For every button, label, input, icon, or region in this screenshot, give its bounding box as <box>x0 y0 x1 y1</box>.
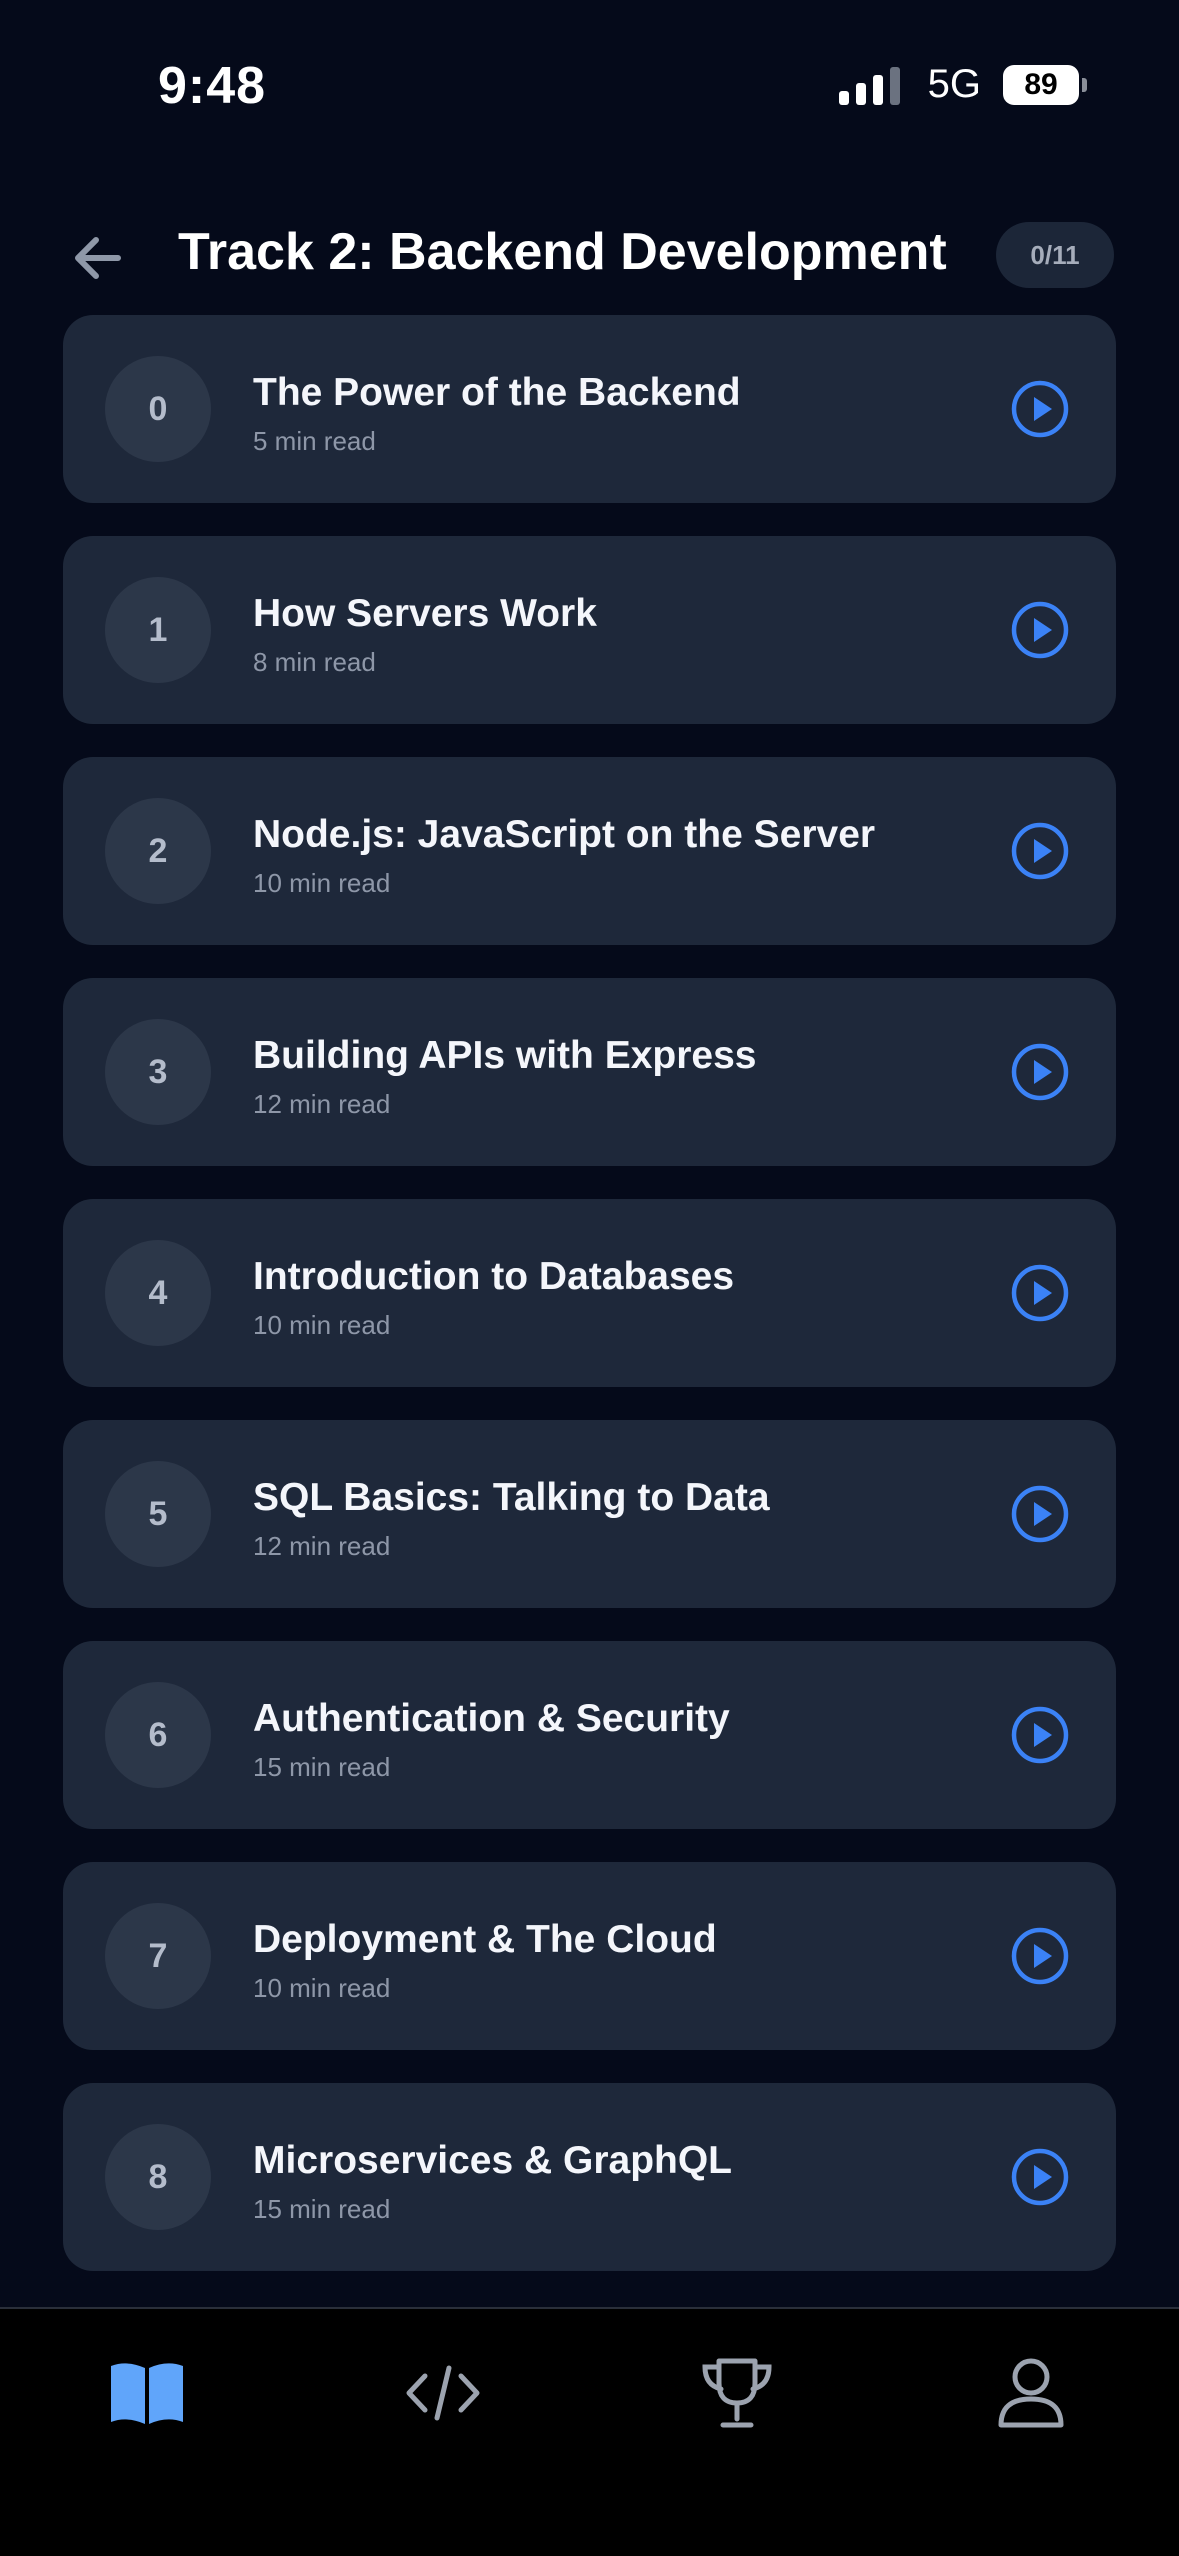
book-icon <box>111 2363 183 2424</box>
lesson-number: 0 <box>105 356 211 462</box>
play-button[interactable] <box>1010 1705 1070 1765</box>
progress-badge: 0/11 <box>996 222 1114 288</box>
battery-icon: 89 <box>1003 64 1087 105</box>
lesson-read-time: 5 min read <box>253 426 376 456</box>
lesson-card-0[interactable]: 0 The Power of the Backend 5 min read <box>63 315 1116 503</box>
lesson-number: 4 <box>105 1240 211 1346</box>
lesson-card-6[interactable]: 6 Authentication & Security 15 min read <box>63 1641 1116 1829</box>
lesson-title: Introduction to Databases <box>253 1255 735 1298</box>
lesson-read-time: 15 min read <box>253 1752 391 1782</box>
lesson-read-time: 15 min read <box>253 2194 391 2224</box>
back-button[interactable] <box>68 228 128 288</box>
lesson-read-time: 10 min read <box>253 1310 391 1340</box>
network-label: 5G <box>927 62 981 106</box>
play-button[interactable] <box>1010 1263 1070 1323</box>
header: Track 2: Backend Development 0/11 <box>0 210 1179 300</box>
play-circle-icon <box>1011 1927 1069 1985</box>
signal-icon <box>838 65 900 105</box>
lesson-title: Microservices & GraphQL <box>253 2139 733 2182</box>
play-button[interactable] <box>1010 379 1070 439</box>
status-time: 9:48 <box>158 57 267 115</box>
screen: 9:48 5G 89 Track 2: Backend Development … <box>0 0 1179 2556</box>
lesson-title: How Servers Work <box>253 592 597 635</box>
play-circle-icon <box>1011 1043 1069 1101</box>
lesson-number: 1 <box>105 577 211 683</box>
lesson-number: 3 <box>105 1019 211 1125</box>
lesson-read-time: 10 min read <box>253 868 391 898</box>
play-circle-icon <box>1011 1264 1069 1322</box>
arrow-left-icon <box>75 237 121 279</box>
lesson-card-8[interactable]: 8 Microservices & GraphQL 15 min read <box>63 2083 1116 2271</box>
play-circle-icon <box>1011 822 1069 880</box>
tab-profile[interactable] <box>971 2333 1091 2453</box>
tab-code[interactable] <box>383 2333 503 2453</box>
tab-lessons[interactable] <box>87 2333 207 2453</box>
lesson-read-time: 8 min read <box>253 647 376 677</box>
play-button[interactable] <box>1010 1042 1070 1102</box>
lesson-number: 6 <box>105 1682 211 1788</box>
lesson-title: Deployment & The Cloud <box>253 1918 717 1961</box>
lesson-number: 5 <box>105 1461 211 1567</box>
tab-achievements[interactable] <box>677 2333 797 2453</box>
lesson-number: 2 <box>105 798 211 904</box>
play-circle-icon <box>1011 601 1069 659</box>
lesson-card-1[interactable]: 1 How Servers Work 8 min read <box>63 536 1116 724</box>
play-button[interactable] <box>1010 1484 1070 1544</box>
code-icon <box>406 2365 480 2421</box>
page-title: Track 2: Backend Development <box>178 223 947 281</box>
play-button[interactable] <box>1010 2147 1070 2207</box>
user-icon <box>998 2358 1064 2428</box>
play-circle-icon <box>1011 2148 1069 2206</box>
status-indicators: 5G 89 <box>838 62 1087 107</box>
lesson-read-time: 10 min read <box>253 1973 391 2003</box>
play-circle-icon <box>1011 380 1069 438</box>
lesson-read-time: 12 min read <box>253 1531 391 1561</box>
lesson-card-4[interactable]: 4 Introduction to Databases 10 min read <box>63 1199 1116 1387</box>
lesson-read-time: 12 min read <box>253 1089 391 1119</box>
status-bar: 9:48 5G 89 <box>0 0 1179 140</box>
lesson-number: 7 <box>105 1903 211 2009</box>
lesson-card-2[interactable]: 2 Node.js: JavaScript on the Server 10 m… <box>63 757 1116 945</box>
play-button[interactable] <box>1010 1926 1070 1986</box>
tab-bar <box>0 2307 1179 2556</box>
play-circle-icon <box>1011 1485 1069 1543</box>
lesson-card-3[interactable]: 3 Building APIs with Express 12 min read <box>63 978 1116 1166</box>
lesson-title: Node.js: JavaScript on the Server <box>253 813 876 856</box>
play-button[interactable] <box>1010 600 1070 660</box>
lesson-list: 0 The Power of the Backend 5 min read 1 … <box>63 315 1116 2304</box>
lesson-number: 8 <box>105 2124 211 2230</box>
lesson-title: Building APIs with Express <box>253 1034 757 1077</box>
lesson-title: Authentication & Security <box>253 1697 730 1740</box>
trophy-icon <box>702 2358 772 2428</box>
lesson-title: SQL Basics: Talking to Data <box>253 1476 770 1519</box>
lesson-card-5[interactable]: 5 SQL Basics: Talking to Data 12 min rea… <box>63 1420 1116 1608</box>
lesson-title: The Power of the Backend <box>253 371 741 414</box>
play-circle-icon <box>1011 1706 1069 1764</box>
lesson-card-7[interactable]: 7 Deployment & The Cloud 10 min read <box>63 1862 1116 2050</box>
play-button[interactable] <box>1010 821 1070 881</box>
